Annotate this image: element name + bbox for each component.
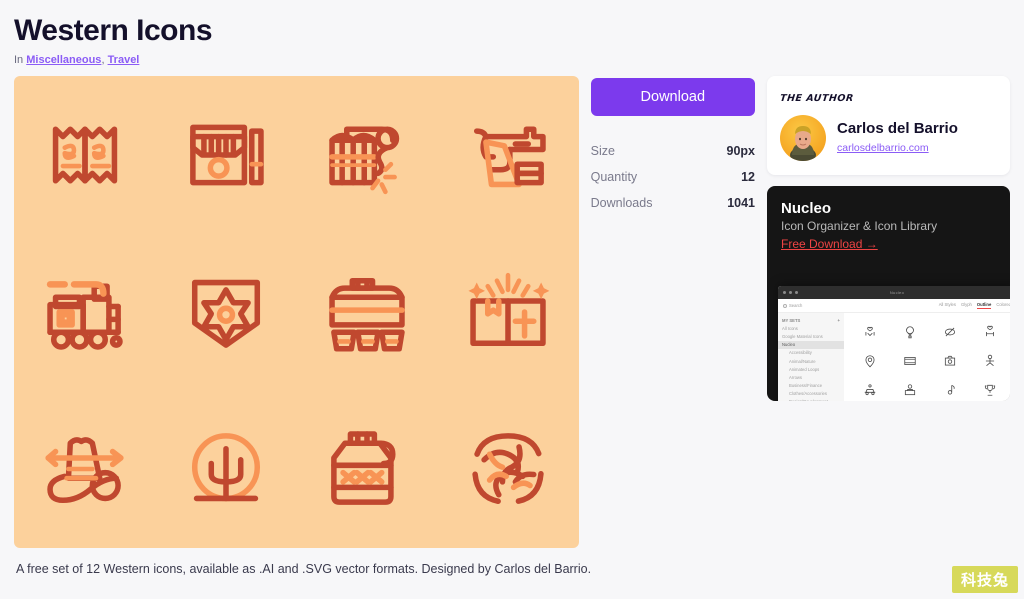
sidebar-item-business-finance[interactable]: Business/Finance: [778, 382, 844, 390]
tumbleweed-icon[interactable]: [453, 414, 563, 524]
car-person-icon[interactable]: [863, 383, 877, 397]
ad-subtitle: Icon Organizer & Icon Library: [781, 219, 938, 233]
metadata-value-size: 90px: [726, 144, 756, 158]
sidebar-item-nucleo[interactable]: Nucleo: [778, 340, 844, 349]
app-style-tabs: All Styles Glyph Outline Colored: [939, 302, 1010, 309]
tab-all-styles[interactable]: All Styles: [939, 302, 956, 309]
author-row: Carlos del Barrio carlosdelbarrio.com: [780, 115, 997, 161]
breadcrumb-prefix: In: [14, 54, 27, 66]
tab-glyph[interactable]: Glyph: [961, 302, 972, 309]
author-card: THE AUTHOR Carlos del Barrio carlosdelba…: [767, 76, 1010, 175]
film-photo-icon[interactable]: [903, 354, 917, 368]
page-root: Western Icons In Miscellaneous, Travel D…: [0, 0, 1024, 599]
sidebar-item-google-material-icons[interactable]: Google Material Icons: [778, 332, 844, 340]
ad-copy: Nucleo Icon Organizer & Icon Library Fre…: [767, 186, 1010, 261]
author-info: Carlos del Barrio carlosdelbarrio.com: [837, 120, 958, 156]
page-header: Western Icons In Miscellaneous, Travel: [0, 0, 1024, 66]
nucleo-ad[interactable]: Nucleo Icon Organizer & Icon Library Fre…: [767, 186, 1010, 401]
metadata-row-downloads: Downloads 1041: [591, 190, 755, 216]
sidebar-item-clothes-accessories[interactable]: Clothes/Accessories: [778, 390, 844, 398]
saloon-building-icon[interactable]: [171, 100, 281, 210]
app-toolbar: Search All Styles Glyph Outline Colored: [778, 299, 1010, 313]
app-search-input[interactable]: Search: [783, 303, 802, 308]
metadata-value-downloads: 1041: [727, 196, 755, 210]
whiskey-jug-xxx-icon[interactable]: [312, 414, 422, 524]
app-window-title: Nucleo: [889, 290, 905, 295]
breadcrumb-link-travel[interactable]: Travel: [108, 54, 140, 66]
breadcrumb-link-miscellaneous[interactable]: Miscellaneous: [26, 54, 101, 66]
sheriff-badge-shield-icon[interactable]: [171, 257, 281, 367]
app-titlebar: Nucleo: [778, 286, 1010, 299]
person-desk-icon[interactable]: [903, 383, 917, 397]
trophy-person-icon[interactable]: [983, 383, 997, 397]
metadata-list: Size 90px Quantity 12 Downloads 1041: [591, 138, 755, 216]
no-cloud-icon[interactable]: [943, 325, 957, 339]
sidebar-header-label: MY SETS: [782, 317, 801, 323]
author-name: Carlos del Barrio: [837, 120, 958, 137]
sidebar-item-all-icons[interactable]: All Icons: [778, 324, 844, 332]
content-row: Download Size 90px Quantity 12 Downloads…: [0, 66, 1024, 548]
sidebar-header-my-sets: MY SETS +: [778, 316, 844, 324]
hands-heart-icon[interactable]: [863, 325, 877, 339]
cactus-sun-icon[interactable]: [171, 414, 281, 524]
nucleo-app-mock: Nucleo Search All Styles Glyph Outline C…: [778, 286, 1010, 401]
metadata-key-size: Size: [590, 144, 615, 158]
wanted-poster-money-icon[interactable]: [30, 100, 140, 210]
heart-teeth-icon[interactable]: [983, 325, 997, 339]
metadata-row-size: Size 90px: [591, 138, 755, 164]
sidebar-item-animated-loops[interactable]: Animated Loops: [778, 365, 844, 373]
right-column: THE AUTHOR Carlos del Barrio carlosdelba…: [767, 76, 1010, 548]
cowboy-hat-arrow-icon[interactable]: [30, 414, 140, 524]
tab-outline[interactable]: Outline: [976, 302, 992, 309]
music-note-icon[interactable]: [943, 383, 957, 397]
metadata-key-downloads: Downloads: [590, 196, 653, 210]
set-description: A free set of 12 Western icons, availabl…: [16, 562, 592, 576]
camera-heart-icon[interactable]: [943, 354, 957, 368]
app-icon-grid: [844, 313, 1010, 401]
download-button[interactable]: Download: [590, 78, 755, 116]
metadata-value-quantity: 12: [741, 170, 755, 184]
search-icon: [783, 303, 787, 308]
map-pin-heart-icon[interactable]: [863, 354, 877, 368]
hot-air-balloon-icon[interactable]: [903, 325, 917, 339]
app-sidebar: MY SETS + All Icons Google Material Icon…: [778, 313, 844, 401]
whiskey-barrel-glasses-icon[interactable]: [312, 257, 422, 367]
dynamite-tnt-icon[interactable]: [312, 100, 422, 210]
sidebar-item-design-development[interactable]: Design/Development: [778, 398, 844, 401]
page-title: Western Icons: [14, 14, 213, 47]
app-search-placeholder: Search: [789, 303, 803, 308]
watermark-badge: 科技兔: [951, 566, 1018, 593]
avatar: [780, 115, 826, 161]
metadata-key-quantity: Quantity: [590, 170, 638, 184]
add-set-icon[interactable]: +: [838, 318, 840, 323]
app-body: MY SETS + All Icons Google Material Icon…: [778, 313, 1010, 401]
revolver-pistol-icon[interactable]: [453, 100, 563, 210]
steam-locomotive-icon[interactable]: [30, 257, 140, 367]
breadcrumb: In Miscellaneous, Travel: [14, 54, 1024, 66]
sidebar-item-animal-nature[interactable]: Animal/Nature: [778, 357, 844, 365]
ad-title: Nucleo: [781, 200, 832, 217]
icon-showcase-panel: [14, 76, 579, 548]
tab-colored[interactable]: Colored: [996, 302, 1010, 309]
ad-cta-link[interactable]: Free Download →: [781, 235, 878, 253]
bible-book-cross-icon[interactable]: [453, 257, 563, 367]
metadata-row-quantity: Quantity 12: [591, 164, 755, 190]
sidebar-item-arrows[interactable]: Arrows: [778, 373, 844, 381]
author-website-link[interactable]: carlosdelbarrio.com: [837, 142, 929, 154]
sidebar-item-accessibility[interactable]: Accessibility: [778, 349, 844, 357]
author-kicker: THE AUTHOR: [779, 93, 855, 104]
sidebar-actions: Download Size 90px Quantity 12 Downloads…: [590, 76, 755, 548]
person-balance-icon[interactable]: [983, 354, 997, 368]
